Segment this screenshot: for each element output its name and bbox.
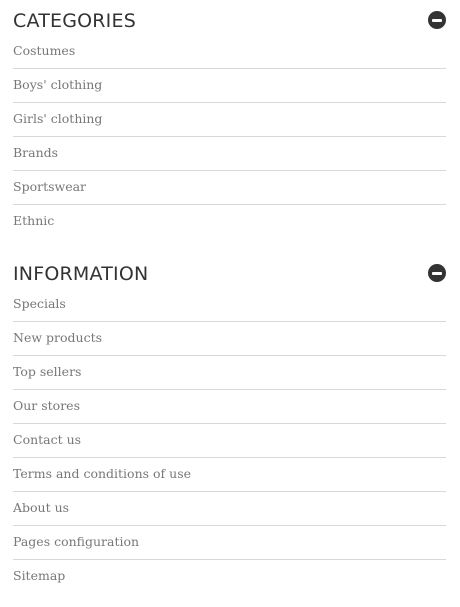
category-link-ethnic[interactable]: Ethnic (13, 213, 54, 229)
categories-title: CATEGORIES (13, 10, 136, 32)
list-item: Costumes (13, 35, 446, 69)
info-link-terms[interactable]: Terms and conditions of use (13, 466, 191, 482)
category-link-brands[interactable]: Brands (13, 145, 58, 161)
info-link-contact-us[interactable]: Contact us (13, 432, 81, 448)
information-header: INFORMATION (13, 260, 446, 288)
categories-header: CATEGORIES (13, 7, 446, 35)
info-link-our-stores[interactable]: Our stores (13, 398, 80, 414)
information-list: Specials New products Top sellers Our st… (13, 288, 446, 594)
info-link-sitemap[interactable]: Sitemap (13, 568, 65, 584)
list-item: Our stores (13, 390, 446, 424)
categories-list: Costumes Boys' clothing Girls' clothing … (13, 35, 446, 239)
list-item: New products (13, 322, 446, 356)
list-item: Sitemap (13, 560, 446, 594)
info-link-specials[interactable]: Specials (13, 296, 66, 312)
category-link-girls-clothing[interactable]: Girls' clothing (13, 111, 102, 127)
category-link-costumes[interactable]: Costumes (13, 43, 75, 59)
list-item: Pages configuration (13, 526, 446, 560)
list-item: About us (13, 492, 446, 526)
list-item: Top sellers (13, 356, 446, 390)
categories-collapse-icon[interactable] (428, 11, 446, 29)
information-collapse-icon[interactable] (428, 264, 446, 282)
list-item: Sportswear (13, 171, 446, 205)
info-link-new-products[interactable]: New products (13, 330, 102, 346)
information-block: INFORMATION Specials New products Top se… (13, 260, 446, 594)
category-link-sportswear[interactable]: Sportswear (13, 179, 86, 195)
info-link-pages-configuration[interactable]: Pages configuration (13, 534, 139, 550)
list-item: Contact us (13, 424, 446, 458)
categories-block: CATEGORIES Costumes Boys' clothing Girls… (13, 7, 446, 239)
info-link-about-us[interactable]: About us (13, 500, 69, 516)
list-item: Girls' clothing (13, 103, 446, 137)
information-title: INFORMATION (13, 263, 149, 285)
list-item: Brands (13, 137, 446, 171)
list-item: Terms and conditions of use (13, 458, 446, 492)
info-link-top-sellers[interactable]: Top sellers (13, 364, 81, 380)
list-item: Boys' clothing (13, 69, 446, 103)
list-item: Specials (13, 288, 446, 322)
list-item: Ethnic (13, 205, 446, 239)
category-link-boys-clothing[interactable]: Boys' clothing (13, 77, 102, 93)
